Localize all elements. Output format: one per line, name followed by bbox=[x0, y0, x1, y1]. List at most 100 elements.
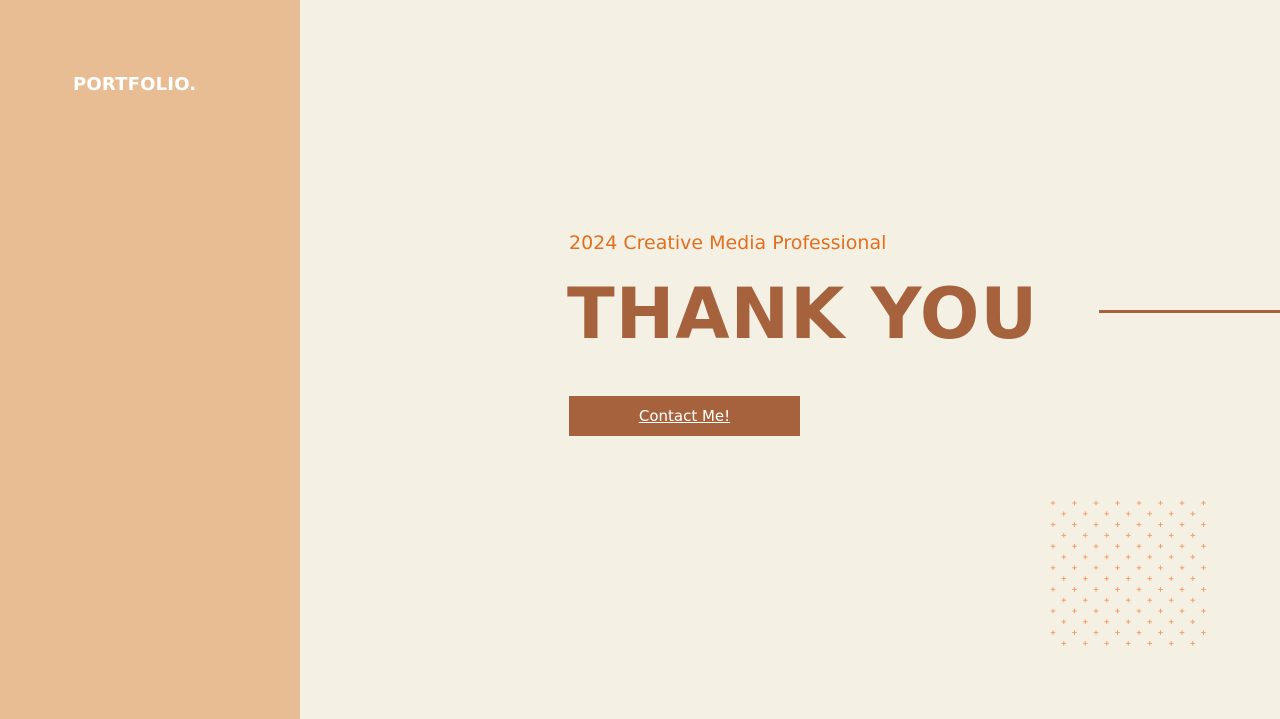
pattern-cross-mark bbox=[1050, 587, 1056, 592]
pattern-cross-mark bbox=[1115, 543, 1120, 549]
pattern-cross-mark bbox=[1061, 619, 1067, 625]
pattern-cross-mark bbox=[1201, 500, 1206, 506]
pattern-cross-mark bbox=[1168, 597, 1174, 603]
pattern-cross-mark bbox=[1104, 597, 1110, 603]
pattern-cross-mark bbox=[1190, 533, 1196, 538]
cross-dot-pattern-icon bbox=[1050, 500, 1206, 646]
pattern-cross-mark bbox=[1147, 533, 1153, 538]
pattern-cross-mark bbox=[1115, 587, 1120, 592]
accent-divider-line bbox=[1099, 310, 1280, 313]
pattern-cross-mark bbox=[1072, 543, 1077, 549]
pattern-cross-mark bbox=[1050, 565, 1056, 571]
pattern-cross-mark bbox=[1125, 554, 1131, 560]
pattern-cross-mark bbox=[1190, 554, 1196, 560]
pattern-cross-mark bbox=[1125, 619, 1131, 625]
pattern-cross-mark bbox=[1136, 500, 1142, 506]
hero-subtitle: 2024 Creative Media Professional bbox=[569, 232, 887, 254]
pattern-cross-mark bbox=[1125, 533, 1131, 538]
pattern-cross-mark bbox=[1061, 576, 1067, 581]
pattern-cross-mark bbox=[1093, 522, 1099, 527]
pattern-cross-mark bbox=[1093, 543, 1099, 549]
pattern-cross-mark bbox=[1061, 533, 1067, 538]
pattern-cross-mark bbox=[1115, 500, 1120, 506]
pattern-cross-mark bbox=[1158, 543, 1163, 549]
pattern-cross-mark bbox=[1179, 522, 1185, 527]
pattern-cross-mark bbox=[1104, 511, 1110, 517]
pattern-cross-mark bbox=[1168, 576, 1174, 581]
pattern-cross-mark bbox=[1082, 641, 1088, 646]
contact-me-label: Contact Me! bbox=[638, 407, 731, 425]
pattern-cross-mark bbox=[1190, 576, 1196, 581]
pattern-cross-mark bbox=[1136, 587, 1142, 592]
pattern-cross-mark bbox=[1093, 608, 1099, 614]
pattern-cross-mark bbox=[1050, 630, 1056, 635]
pattern-cross-mark bbox=[1104, 619, 1110, 625]
pattern-cross-mark bbox=[1136, 608, 1142, 614]
pattern-cross-mark bbox=[1147, 576, 1153, 581]
pattern-cross-mark bbox=[1082, 511, 1088, 517]
pattern-cross-mark bbox=[1125, 576, 1131, 581]
pattern-cross-mark bbox=[1158, 522, 1163, 527]
pattern-cross-mark bbox=[1104, 576, 1110, 581]
pattern-cross-mark bbox=[1104, 641, 1110, 646]
pattern-cross-mark bbox=[1168, 641, 1174, 646]
pattern-cross-mark bbox=[1125, 597, 1131, 603]
pattern-cross-mark bbox=[1147, 597, 1153, 603]
pattern-cross-mark bbox=[1168, 533, 1174, 538]
pattern-cross-mark bbox=[1061, 597, 1067, 603]
pattern-cross-mark bbox=[1115, 565, 1120, 571]
pattern-cross-mark bbox=[1158, 608, 1163, 614]
pattern-cross-mark bbox=[1168, 554, 1174, 560]
pattern-cross-mark bbox=[1082, 554, 1088, 560]
hero-headline: THANK YOU bbox=[567, 273, 1039, 355]
pattern-cross-mark bbox=[1158, 587, 1163, 592]
sidebar-panel: PORTFOLIO. bbox=[0, 0, 300, 719]
pattern-cross-mark bbox=[1179, 608, 1185, 614]
pattern-cross-mark bbox=[1158, 565, 1163, 571]
pattern-cross-mark bbox=[1179, 565, 1185, 571]
pattern-cross-mark bbox=[1158, 500, 1163, 506]
pattern-cross-mark bbox=[1168, 619, 1174, 625]
pattern-cross-mark bbox=[1190, 597, 1196, 603]
pattern-cross-mark bbox=[1093, 565, 1099, 571]
contact-me-button[interactable]: Contact Me! bbox=[569, 396, 800, 436]
pattern-cross-mark bbox=[1050, 608, 1056, 614]
pattern-cross-mark bbox=[1136, 630, 1142, 635]
pattern-cross-mark bbox=[1050, 500, 1056, 506]
pattern-cross-mark bbox=[1072, 608, 1077, 614]
pattern-cross-mark bbox=[1082, 619, 1088, 625]
pattern-cross-mark bbox=[1072, 500, 1077, 506]
pattern-cross-mark bbox=[1147, 641, 1153, 646]
pattern-cross-mark bbox=[1072, 630, 1077, 635]
pattern-cross-mark bbox=[1072, 522, 1077, 527]
pattern-cross-mark bbox=[1201, 587, 1206, 592]
pattern-cross-mark bbox=[1050, 543, 1056, 549]
pattern-cross-mark bbox=[1082, 576, 1088, 581]
pattern-cross-mark bbox=[1201, 522, 1206, 527]
pattern-cross-mark bbox=[1072, 565, 1077, 571]
pattern-cross-mark bbox=[1093, 587, 1099, 592]
brand-logo-text: PORTFOLIO. bbox=[73, 74, 197, 95]
pattern-cross-mark bbox=[1201, 565, 1206, 571]
pattern-cross-mark bbox=[1201, 608, 1206, 614]
pattern-cross-mark bbox=[1190, 641, 1196, 646]
pattern-cross-mark bbox=[1061, 511, 1067, 517]
pattern-cross-mark bbox=[1179, 587, 1185, 592]
pattern-cross-mark bbox=[1115, 630, 1120, 635]
pattern-cross-mark bbox=[1190, 619, 1196, 625]
pattern-cross-mark bbox=[1201, 630, 1206, 635]
pattern-cross-mark bbox=[1104, 533, 1110, 538]
pattern-cross-mark bbox=[1136, 565, 1142, 571]
pattern-cross-mark bbox=[1061, 641, 1067, 646]
pattern-cross-mark bbox=[1093, 630, 1099, 635]
pattern-cross-mark bbox=[1147, 619, 1153, 625]
pattern-cross-mark bbox=[1050, 522, 1056, 527]
pattern-cross-mark bbox=[1136, 543, 1142, 549]
pattern-cross-mark bbox=[1115, 608, 1120, 614]
pattern-cross-mark bbox=[1125, 641, 1131, 646]
pattern-cross-mark bbox=[1190, 511, 1196, 517]
pattern-cross-mark bbox=[1072, 587, 1077, 592]
pattern-cross-mark bbox=[1104, 554, 1110, 560]
pattern-cross-mark bbox=[1147, 511, 1153, 517]
pattern-cross-mark bbox=[1179, 500, 1185, 506]
